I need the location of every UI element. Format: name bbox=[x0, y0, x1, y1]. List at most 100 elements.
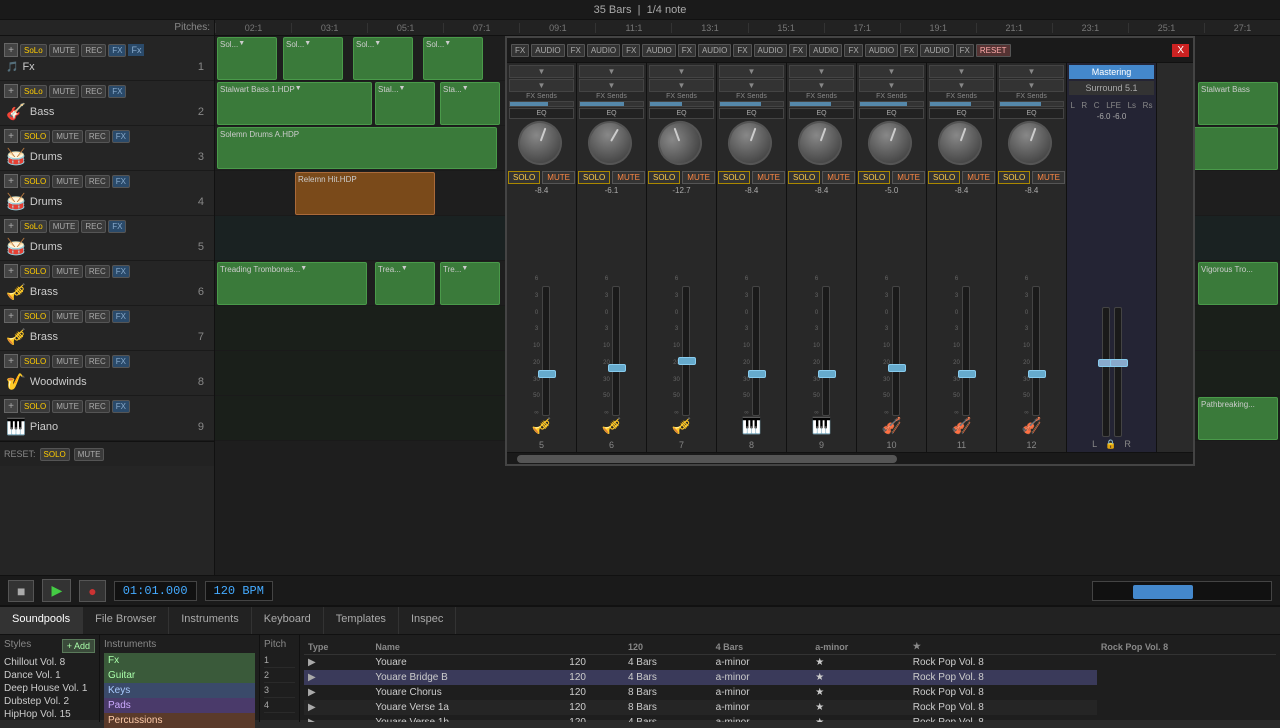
mixer-fx-btn[interactable]: FX bbox=[511, 44, 529, 57]
arrange-view[interactable]: Sol...▼ Sol...▼ Sol...▼ Sol...▼ Orotund … bbox=[215, 36, 1280, 575]
track-add-button[interactable]: + bbox=[4, 219, 18, 233]
style-item[interactable]: HipHop Vol. 15 bbox=[4, 708, 95, 721]
mixer-audio-btn5[interactable]: AUDIO bbox=[754, 44, 787, 57]
pitch-row[interactable]: 4 bbox=[264, 698, 295, 713]
rec-button[interactable]: REC bbox=[85, 175, 110, 188]
fxsend-bar[interactable] bbox=[509, 101, 574, 107]
fxsend-bar[interactable] bbox=[579, 101, 644, 107]
channel-solo-btn[interactable]: SOLO bbox=[858, 171, 890, 184]
master-fader-l[interactable] bbox=[1102, 307, 1110, 437]
fxsend-bar[interactable] bbox=[999, 101, 1064, 107]
clip[interactable]: Solemn Drums A.HDP bbox=[217, 127, 497, 169]
fader-area[interactable]: 630310203050∞ bbox=[859, 197, 924, 416]
channel-mute-btn[interactable]: MUTE bbox=[1032, 171, 1065, 184]
style-item[interactable]: Dance Vol. 1 bbox=[4, 669, 95, 682]
play-button[interactable]: ▶ bbox=[42, 579, 71, 602]
solo-button[interactable]: SoLo bbox=[20, 44, 47, 57]
fader-handle[interactable] bbox=[1028, 370, 1046, 378]
fader-area[interactable]: 630310203050∞ bbox=[999, 197, 1064, 416]
eq-label[interactable]: EQ bbox=[999, 108, 1064, 119]
channel-select[interactable]: ▼ bbox=[649, 65, 714, 78]
mixer-audio-btn8[interactable]: AUDIO bbox=[920, 44, 953, 57]
track-add-button[interactable]: + bbox=[4, 43, 18, 57]
mixer-fx-btn4[interactable]: FX bbox=[678, 44, 696, 57]
eq-label[interactable]: EQ bbox=[719, 108, 784, 119]
rec-button[interactable]: REC bbox=[81, 85, 106, 98]
fader-area[interactable]: 630310203050∞ bbox=[789, 197, 854, 416]
channel-solo-btn[interactable]: SOLO bbox=[788, 171, 820, 184]
clip[interactable]: Sta...▼ bbox=[440, 82, 500, 125]
instrument-percussions[interactable]: Percussions bbox=[104, 713, 255, 728]
loop-star[interactable]: ★ bbox=[811, 685, 908, 700]
channel-select2[interactable]: ▼ bbox=[719, 79, 784, 92]
channel-select[interactable]: ▼ bbox=[859, 65, 924, 78]
mixer-close-button[interactable]: X bbox=[1172, 44, 1189, 57]
fader-track[interactable] bbox=[612, 286, 620, 416]
mixer-scrollbar[interactable] bbox=[507, 452, 1193, 464]
channel-mute-btn[interactable]: MUTE bbox=[962, 171, 995, 184]
solo-button[interactable]: SOLO bbox=[20, 400, 50, 413]
rec-button[interactable]: REC bbox=[81, 44, 106, 57]
track-add-button[interactable]: + bbox=[4, 174, 18, 188]
fxsend-bar[interactable] bbox=[859, 101, 924, 107]
playback-position-bar[interactable] bbox=[1092, 581, 1272, 601]
instrument-pads[interactable]: Pads bbox=[104, 698, 255, 713]
eq-label[interactable]: EQ bbox=[509, 108, 574, 119]
rec-button[interactable]: REC bbox=[85, 130, 110, 143]
eq-label[interactable]: EQ bbox=[929, 108, 994, 119]
mixer-fx-btn2[interactable]: FX bbox=[567, 44, 585, 57]
track-add-button[interactable]: + bbox=[4, 264, 18, 278]
record-button[interactable]: ● bbox=[79, 580, 105, 602]
fx-button[interactable]: FX bbox=[112, 265, 130, 278]
mixer-audio-btn3[interactable]: AUDIO bbox=[642, 44, 675, 57]
pitch-row[interactable]: 3 bbox=[264, 683, 295, 698]
eq-label[interactable]: EQ bbox=[789, 108, 854, 119]
rec-button[interactable]: REC bbox=[85, 400, 110, 413]
channel-knob[interactable] bbox=[728, 121, 776, 169]
fader-handle[interactable] bbox=[888, 364, 906, 372]
clip[interactable]: Relemn Hit.HDP bbox=[295, 172, 435, 215]
channel-select[interactable]: ▼ bbox=[719, 65, 784, 78]
solo-button[interactable]: SOLO bbox=[20, 355, 50, 368]
mixer-audio-btn[interactable]: AUDIO bbox=[531, 44, 564, 57]
channel-mute-btn[interactable]: MUTE bbox=[612, 171, 645, 184]
fader-track[interactable] bbox=[822, 286, 830, 416]
fader-track[interactable] bbox=[1032, 286, 1040, 416]
master-faders[interactable] bbox=[1102, 125, 1122, 437]
channel-select2[interactable]: ▼ bbox=[929, 79, 994, 92]
clip[interactable]: Tre...▼ bbox=[440, 262, 500, 305]
clip[interactable]: Stal...▼ bbox=[375, 82, 435, 125]
rec-button[interactable]: REC bbox=[85, 265, 110, 278]
global-mute-button[interactable]: MUTE bbox=[74, 448, 105, 461]
fader-track[interactable] bbox=[542, 286, 550, 416]
loop-play-button[interactable]: ▶ bbox=[308, 687, 316, 698]
instrument-fx[interactable]: Fx bbox=[104, 653, 255, 668]
channel-knob[interactable] bbox=[938, 121, 986, 169]
channel-solo-btn[interactable]: SOLO bbox=[718, 171, 750, 184]
mixer-fx-btn-master[interactable]: FX bbox=[956, 44, 974, 57]
mute-button[interactable]: MUTE bbox=[52, 400, 83, 413]
channel-solo-btn[interactable]: SOLO bbox=[508, 171, 540, 184]
fader-handle[interactable] bbox=[608, 364, 626, 372]
mixer-fx-btn6[interactable]: FX bbox=[789, 44, 807, 57]
surround-button[interactable]: Surround 5.1 bbox=[1069, 81, 1154, 95]
fader-track[interactable] bbox=[962, 286, 970, 416]
clip[interactable]: Sol...▼ bbox=[283, 37, 343, 80]
style-item[interactable]: Chillout Vol. 8 bbox=[4, 656, 95, 669]
style-item[interactable]: Dubstep Vol. 2 bbox=[4, 695, 95, 708]
fx-button[interactable]: FX bbox=[108, 220, 126, 233]
track-add-button[interactable]: + bbox=[4, 309, 18, 323]
channel-select2[interactable]: ▼ bbox=[999, 79, 1064, 92]
fx-button[interactable]: FX bbox=[112, 130, 130, 143]
fader-area[interactable]: 630310203050∞ bbox=[719, 197, 784, 416]
fxsend-bar[interactable] bbox=[929, 101, 994, 107]
channel-select[interactable]: ▼ bbox=[789, 65, 854, 78]
solo-button[interactable]: SOLO bbox=[20, 175, 50, 188]
loop-play-button[interactable]: ▶ bbox=[308, 657, 316, 668]
rec-button[interactable]: REC bbox=[85, 355, 110, 368]
loop-star[interactable]: ★ bbox=[811, 670, 908, 685]
clip[interactable]: Stalwart Bass.1.HDP▼ bbox=[217, 82, 372, 125]
mixer-fx-btn5[interactable]: FX bbox=[733, 44, 751, 57]
instrument-keys[interactable]: Keys bbox=[104, 683, 255, 698]
fader-track[interactable] bbox=[682, 286, 690, 416]
